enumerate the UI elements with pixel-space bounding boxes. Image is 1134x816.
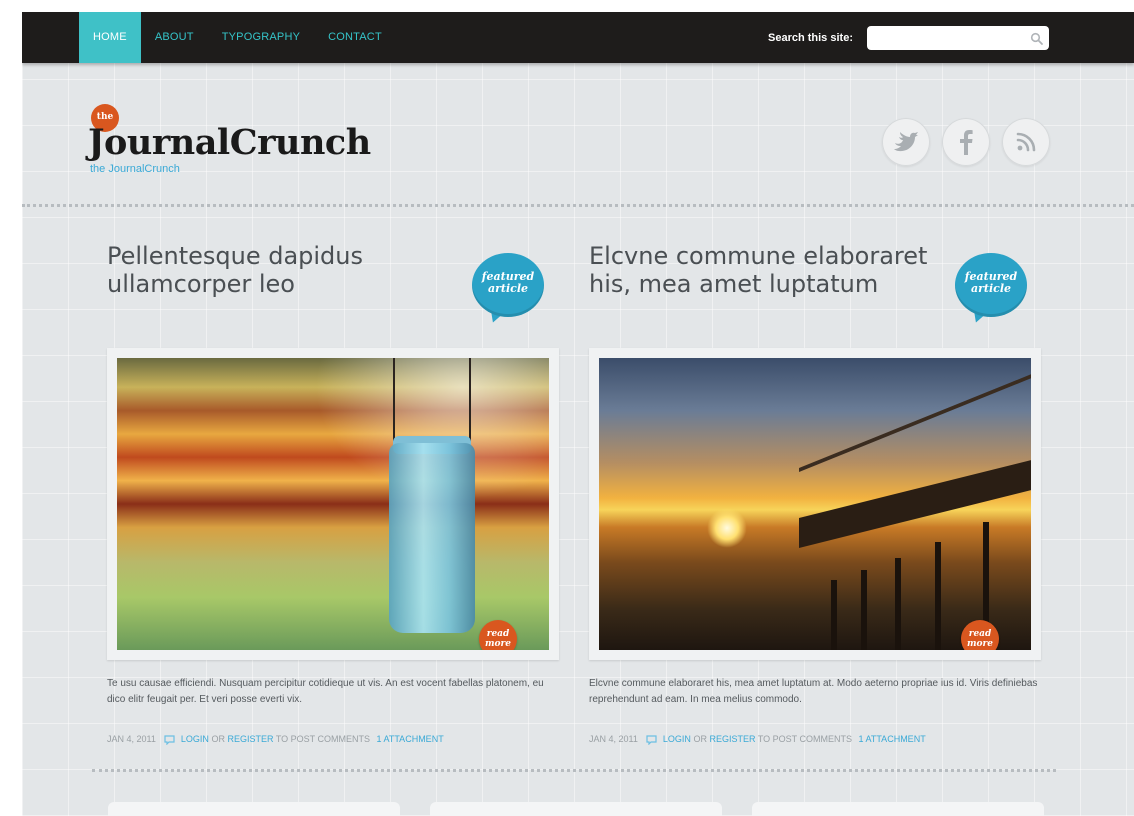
attachment-link[interactable]: 1 ATTACHMENT [859, 734, 926, 744]
article-label: article [487, 282, 529, 295]
search-label: Search this site: [768, 32, 853, 44]
header-divider [22, 204, 1134, 207]
article-date: JAN 4, 2011 [589, 734, 638, 744]
article-image-frame: read more [107, 348, 559, 660]
main-nav: HOME ABOUT TYPOGRAPHY CONTACT [79, 12, 396, 63]
facebook-icon [960, 130, 973, 155]
read-more-button[interactable]: read more [961, 620, 999, 650]
site-logo[interactable]: JournalCrunch [88, 122, 371, 163]
search-icon[interactable] [1030, 32, 1044, 46]
read-label: read [486, 629, 510, 639]
register-link[interactable]: REGISTER [709, 734, 755, 744]
rss-button[interactable] [1002, 118, 1050, 166]
article-meta: JAN 4, 2011 LOGIN OR REGISTER TO POST CO… [589, 734, 1041, 745]
read-more-button[interactable]: read more [479, 620, 517, 650]
bottom-card [752, 802, 1044, 816]
page: HOME ABOUT TYPOGRAPHY CONTACT Search thi… [22, 12, 1134, 816]
comment-icon [646, 735, 657, 745]
content-divider [92, 769, 1056, 772]
more-label: more [967, 639, 993, 649]
bottom-card [108, 802, 400, 816]
site-tagline: the JournalCrunch [90, 163, 180, 175]
featured-article-badge: featured article [472, 253, 544, 326]
bottom-card [430, 802, 722, 816]
article-image-frame: read more [589, 348, 1041, 660]
article-excerpt: Te usu causae efficiendi. Nusquam percip… [107, 678, 544, 705]
comment-icon [164, 735, 175, 745]
article-title[interactable]: Pellentesque dapidus ullamcorper leo [107, 242, 457, 298]
search-input[interactable] [867, 26, 1049, 50]
post-comments-text: TO POST COMMENTS [275, 734, 370, 744]
article-excerpt: Elcvne commune elaboraret his, mea amet … [589, 678, 1038, 705]
nav-item-contact[interactable]: CONTACT [314, 12, 396, 63]
twitter-button[interactable] [882, 118, 930, 166]
more-label: more [485, 639, 511, 649]
or-text: OR [211, 734, 225, 744]
nav-item-about[interactable]: ABOUT [141, 12, 208, 63]
article-label: article [970, 282, 1012, 295]
featured-article-badge: featured article [955, 253, 1027, 326]
article-date: JAN 4, 2011 [107, 734, 156, 744]
rss-icon [1016, 132, 1036, 152]
post-comments-text: TO POST COMMENTS [757, 734, 852, 744]
register-link[interactable]: REGISTER [227, 734, 273, 744]
top-navigation-bar: HOME ABOUT TYPOGRAPHY CONTACT Search thi… [22, 12, 1134, 63]
facebook-button[interactable] [942, 118, 990, 166]
article-image-jar[interactable]: read more [117, 358, 549, 650]
nav-item-home[interactable]: HOME [79, 12, 141, 63]
read-label: read [968, 629, 992, 639]
article-meta: JAN 4, 2011 LOGIN OR REGISTER TO POST CO… [107, 734, 559, 745]
attachment-link[interactable]: 1 ATTACHMENT [377, 734, 444, 744]
article-title[interactable]: Elcvne commune elaboraret his, mea amet … [589, 242, 939, 298]
login-link[interactable]: LOGIN [663, 734, 691, 744]
nav-item-typography[interactable]: TYPOGRAPHY [208, 12, 314, 63]
article-image-pier[interactable]: read more [599, 358, 1031, 650]
twitter-icon [894, 132, 918, 152]
login-link[interactable]: LOGIN [181, 734, 209, 744]
or-text: OR [693, 734, 707, 744]
